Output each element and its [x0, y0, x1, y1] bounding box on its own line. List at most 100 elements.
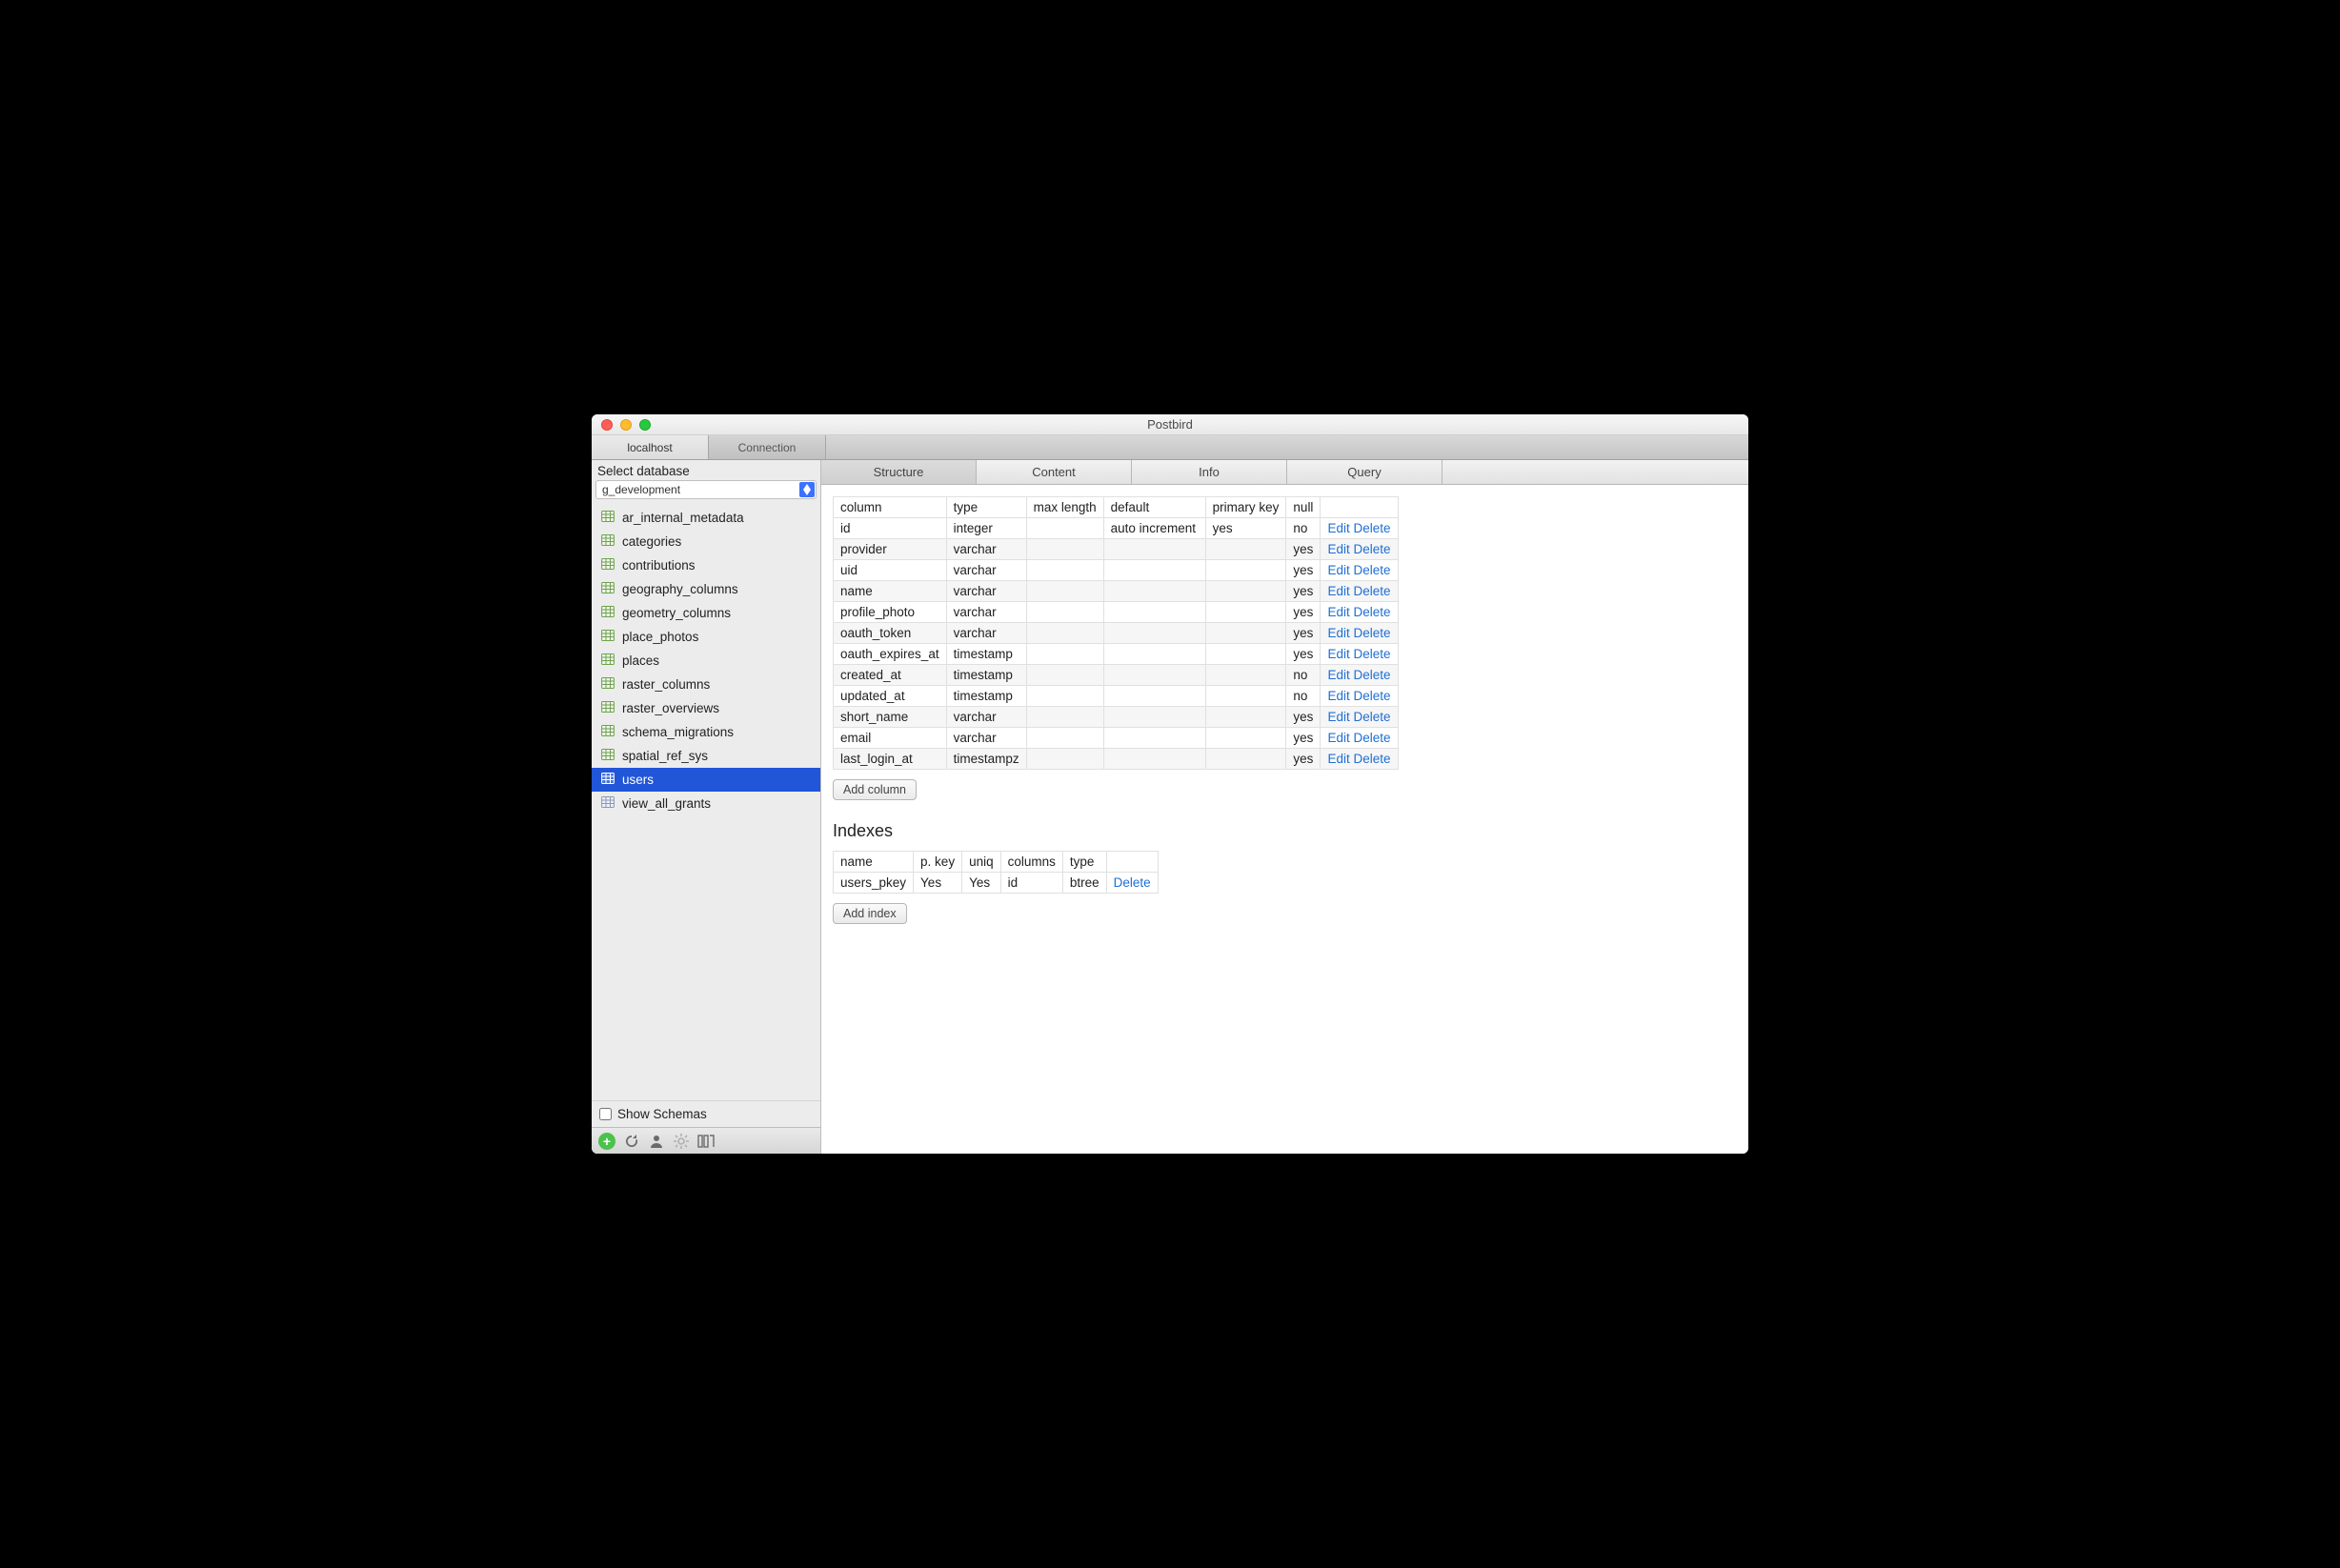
edit-link[interactable]: Edit [1327, 563, 1349, 577]
column-cell [1205, 623, 1286, 644]
database-select[interactable]: g_development [595, 480, 817, 499]
sidebar-table-item[interactable]: places [592, 649, 820, 673]
column-cell [1103, 644, 1205, 665]
delete-link[interactable]: Delete [1114, 875, 1151, 890]
table-name: raster_overviews [622, 701, 719, 715]
column-cell: id [834, 518, 947, 539]
column-cell: yes [1286, 728, 1321, 749]
add-button[interactable]: + [595, 1131, 618, 1152]
table-name: users [622, 773, 654, 787]
user-button[interactable] [645, 1131, 668, 1152]
edit-link[interactable]: Edit [1327, 668, 1349, 682]
sidebar-table-item[interactable]: geometry_columns [592, 601, 820, 625]
edit-link[interactable]: Edit [1327, 752, 1349, 766]
edit-link[interactable]: Edit [1327, 626, 1349, 640]
delete-link[interactable]: Delete [1353, 563, 1390, 577]
delete-link[interactable]: Delete [1353, 668, 1390, 682]
connection-tab[interactable]: localhost [592, 435, 709, 459]
edit-link[interactable]: Edit [1327, 731, 1349, 745]
content-body: columntypemax lengthdefaultprimary keynu… [821, 485, 1748, 1154]
table-name: view_all_grants [622, 796, 711, 811]
connection-tab[interactable]: Connection [709, 435, 826, 459]
refresh-button[interactable] [620, 1131, 643, 1152]
edit-link[interactable]: Edit [1327, 689, 1349, 703]
column-row: last_login_attimestampzyesEdit Delete [834, 749, 1399, 770]
titlebar: Postbird [592, 414, 1748, 435]
sidebar-table-item[interactable]: spatial_ref_sys [592, 744, 820, 768]
content-tab[interactable]: Query [1287, 460, 1442, 484]
column-cell: yes [1286, 707, 1321, 728]
column-cell [1026, 602, 1103, 623]
sidebar-table-item[interactable]: ar_internal_metadata [592, 506, 820, 530]
sidebar-table-item[interactable]: categories [592, 530, 820, 553]
delete-link[interactable]: Delete [1353, 542, 1390, 556]
content-tab[interactable]: Structure [821, 460, 977, 484]
delete-link[interactable]: Delete [1353, 521, 1390, 535]
column-cell [1205, 644, 1286, 665]
select-arrows-icon [799, 482, 815, 497]
columns-header-cell: default [1103, 497, 1205, 518]
show-schemas-toggle[interactable]: Show Schemas [592, 1100, 820, 1127]
sidebar-table-item[interactable]: geography_columns [592, 577, 820, 601]
edit-link[interactable]: Edit [1327, 710, 1349, 724]
sidebar-table-item[interactable]: raster_overviews [592, 696, 820, 720]
column-actions: Edit Delete [1321, 686, 1398, 707]
delete-link[interactable]: Delete [1353, 626, 1390, 640]
index-cell: id [1000, 873, 1062, 894]
add-index-button[interactable]: Add index [833, 903, 907, 924]
show-schemas-checkbox[interactable] [599, 1108, 612, 1120]
index-cell: users_pkey [834, 873, 914, 894]
delete-link[interactable]: Delete [1353, 647, 1390, 661]
sql-button[interactable] [695, 1131, 717, 1152]
edit-link[interactable]: Edit [1327, 647, 1349, 661]
table-list: ar_internal_metadata categoriescontributi… [592, 503, 820, 1100]
edit-link[interactable]: Edit [1327, 605, 1349, 619]
edit-link[interactable]: Edit [1327, 521, 1349, 535]
column-row: idintegerauto incrementyesnoEdit Delete [834, 518, 1399, 539]
table-name: geography_columns [622, 582, 738, 596]
column-cell [1205, 539, 1286, 560]
column-cell: no [1286, 686, 1321, 707]
add-column-button[interactable]: Add column [833, 779, 917, 800]
delete-link[interactable]: Delete [1353, 710, 1390, 724]
edit-link[interactable]: Edit [1327, 584, 1349, 598]
column-cell [1103, 728, 1205, 749]
sidebar-table-item[interactable]: place_photos [592, 625, 820, 649]
delete-link[interactable]: Delete [1353, 584, 1390, 598]
column-actions: Edit Delete [1321, 707, 1398, 728]
sidebar-table-item[interactable]: contributions [592, 553, 820, 577]
delete-link[interactable]: Delete [1353, 752, 1390, 766]
column-cell [1103, 749, 1205, 770]
index-cell: Yes [914, 873, 962, 894]
column-cell: yes [1286, 749, 1321, 770]
sidebar-table-item[interactable]: raster_columns [592, 673, 820, 696]
table-name: raster_columns [622, 677, 710, 692]
table-name: ar_internal_metadata [622, 511, 744, 525]
sidebar-table-item[interactable]: users [592, 768, 820, 792]
indexes-header-cell: uniq [962, 852, 1001, 873]
sidebar-table-item[interactable]: view_all_grants [592, 792, 820, 815]
column-cell [1205, 665, 1286, 686]
delete-link[interactable]: Delete [1353, 605, 1390, 619]
column-cell: no [1286, 665, 1321, 686]
delete-link[interactable]: Delete [1353, 731, 1390, 745]
delete-link[interactable]: Delete [1353, 689, 1390, 703]
column-cell [1205, 749, 1286, 770]
columns-table: columntypemax lengthdefaultprimary keynu… [833, 496, 1399, 770]
content-tab[interactable]: Info [1132, 460, 1287, 484]
sidebar-table-item[interactable]: schema_migrations [592, 720, 820, 744]
column-cell [1205, 581, 1286, 602]
refresh-icon [624, 1134, 639, 1149]
edit-link[interactable]: Edit [1327, 542, 1349, 556]
column-cell [1205, 707, 1286, 728]
content-tab[interactable]: Content [977, 460, 1132, 484]
column-actions: Edit Delete [1321, 539, 1398, 560]
settings-button[interactable] [670, 1131, 693, 1152]
column-cell: integer [946, 518, 1026, 539]
column-cell [1103, 707, 1205, 728]
column-cell: varchar [946, 602, 1026, 623]
table-icon [601, 772, 615, 788]
column-cell: oauth_token [834, 623, 947, 644]
column-cell: timestampz [946, 749, 1026, 770]
database-select-value: g_development [602, 483, 680, 496]
